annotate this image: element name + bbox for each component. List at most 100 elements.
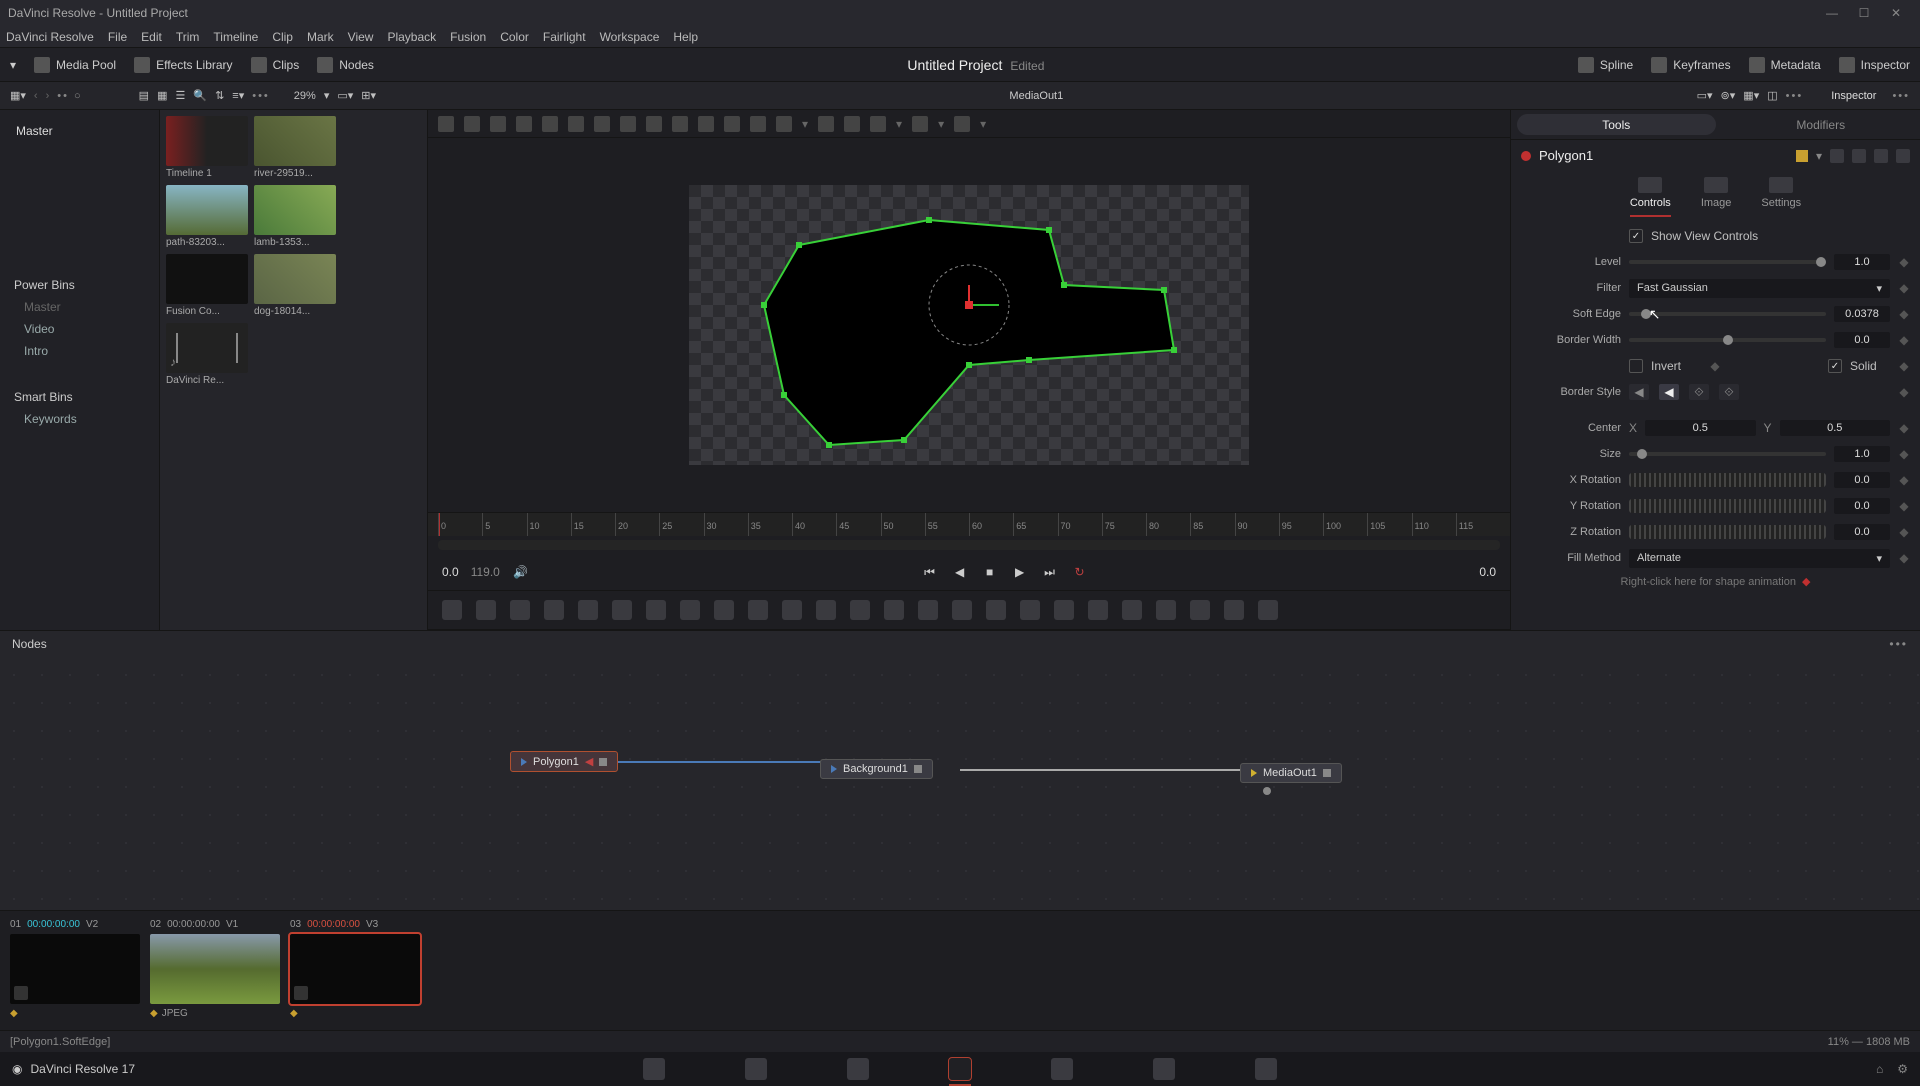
xrotation-value[interactable]: 0.0 xyxy=(1834,472,1890,488)
page-color[interactable] xyxy=(1051,1058,1073,1080)
settings-icon[interactable]: ⚙ xyxy=(1897,1062,1908,1076)
menu-clip[interactable]: Clip xyxy=(272,30,293,44)
menu-mark[interactable]: Mark xyxy=(307,30,334,44)
strip-clip-3[interactable]: 0300:00:00:00V3 ◆ xyxy=(290,919,420,1019)
reset-icon[interactable] xyxy=(1896,149,1910,163)
selection-tool-icon[interactable] xyxy=(438,116,454,132)
menu-file[interactable]: File xyxy=(108,30,127,44)
power-bins-heading[interactable]: Power Bins xyxy=(8,268,151,296)
fillmethod-dropdown[interactable]: Alternate▾ xyxy=(1629,549,1890,568)
shelf-camera-icon[interactable] xyxy=(1190,600,1210,620)
shelf-fastnoise-icon[interactable] xyxy=(476,600,496,620)
shelf-light-icon[interactable] xyxy=(1224,600,1244,620)
tab-modifiers[interactable]: Modifiers xyxy=(1722,110,1920,139)
keyframe-icon[interactable]: ◆ xyxy=(1898,499,1910,513)
borderwidth-value[interactable]: 0.0 xyxy=(1834,332,1890,348)
polygon-mask[interactable] xyxy=(689,185,1249,465)
keyframe-icon[interactable]: ◆ xyxy=(1709,359,1721,373)
border-style-2[interactable]: ◀ xyxy=(1659,384,1679,400)
arrow-tool-icon[interactable] xyxy=(490,116,506,132)
clips-toggle[interactable]: Clips xyxy=(251,57,300,73)
size-slider[interactable] xyxy=(1629,452,1826,456)
lock-icon[interactable] xyxy=(1874,149,1888,163)
nodes-toggle[interactable]: Nodes xyxy=(317,57,374,73)
clip-item[interactable]: path-83203... xyxy=(166,185,248,248)
nav-fwd-icon[interactable]: › xyxy=(46,90,50,102)
solid-checkbox[interactable] xyxy=(1828,359,1842,373)
effects-library-toggle[interactable]: Effects Library xyxy=(134,57,232,73)
page-edit[interactable] xyxy=(847,1058,869,1080)
tab-tools[interactable]: Tools xyxy=(1517,114,1716,135)
yrotation-value[interactable]: 0.0 xyxy=(1834,498,1890,514)
keyframe-icon[interactable]: ◆ xyxy=(1898,473,1910,487)
border-style-1[interactable]: ◀ xyxy=(1629,384,1649,400)
smooth-icon[interactable] xyxy=(776,116,792,132)
node-mediaout1[interactable]: MediaOut1 xyxy=(1240,763,1342,783)
thumb-view-icon[interactable]: ▦ xyxy=(157,89,167,102)
clip-item[interactable]: Fusion Co... xyxy=(166,254,248,317)
shelf-shape3d-icon[interactable] xyxy=(1156,600,1176,620)
center-y-value[interactable]: 0.5 xyxy=(1780,420,1890,436)
clip-item[interactable]: dog-18014... xyxy=(254,254,336,317)
smart-bins-heading[interactable]: Smart Bins xyxy=(8,380,151,408)
shelf-rectangle-icon[interactable] xyxy=(884,600,904,620)
menu-timeline[interactable]: Timeline xyxy=(213,30,258,44)
shelf-bspline-icon[interactable] xyxy=(986,600,1006,620)
menu-workspace[interactable]: Workspace xyxy=(600,30,660,44)
zrotation-value[interactable]: 0.0 xyxy=(1834,524,1890,540)
zoom-tool-icon[interactable] xyxy=(542,116,558,132)
page-fusion[interactable] xyxy=(949,1058,971,1080)
shelf-pr-icon[interactable] xyxy=(1088,600,1108,620)
shelf-channelbool-icon[interactable] xyxy=(816,600,836,620)
menu-app[interactable]: DaVinci Resolve xyxy=(6,30,94,44)
menu-view[interactable]: View xyxy=(348,30,374,44)
clip-item[interactable]: lamb-1353... xyxy=(254,185,336,248)
close-shape-icon[interactable] xyxy=(750,116,766,132)
shelf-text3d-icon[interactable] xyxy=(1122,600,1142,620)
layout-icon[interactable]: ▦▾ xyxy=(10,89,26,102)
power-bin-master[interactable]: Master xyxy=(8,296,151,318)
sort-icon[interactable]: ≡▾ xyxy=(232,89,244,102)
menu-trim[interactable]: Trim xyxy=(176,30,200,44)
shelf-matte-icon[interactable] xyxy=(782,600,802,620)
shelf-particles-icon[interactable] xyxy=(1054,600,1074,620)
more2-icon[interactable]: ••• xyxy=(252,90,270,102)
end-time[interactable]: 0.0 xyxy=(1479,565,1496,579)
shelf-blur-icon[interactable] xyxy=(680,600,700,620)
time-ruler[interactable]: 0510 152025 303540 455055 606570 758085 … xyxy=(428,512,1510,536)
keyframe-icon[interactable]: ◆ xyxy=(1898,447,1910,461)
nav-back-icon[interactable]: ‹ xyxy=(34,90,38,102)
zoom-value[interactable]: 29% xyxy=(294,90,316,102)
dropdown-icon[interactable]: ▾ xyxy=(10,58,16,72)
hand-tool-icon[interactable] xyxy=(516,116,532,132)
close-button[interactable]: ✕ xyxy=(1880,6,1912,20)
stop-button[interactable]: ■ xyxy=(981,563,999,581)
clip-item[interactable]: Timeline 1 xyxy=(166,116,248,179)
viewer-canvas[interactable] xyxy=(428,138,1510,512)
nodes-more-icon[interactable]: ••• xyxy=(1889,637,1908,651)
keyframe-icon[interactable]: ◆ xyxy=(1898,255,1910,269)
maximize-button[interactable]: ☐ xyxy=(1848,6,1880,20)
keyframes-toggle[interactable]: Keyframes xyxy=(1651,57,1730,73)
search-icon[interactable]: 🔍 xyxy=(193,89,207,102)
bspline-tool-icon[interactable] xyxy=(672,116,688,132)
page-cut[interactable] xyxy=(745,1058,767,1080)
more3-icon[interactable]: ••• xyxy=(1786,90,1804,102)
wand-tool-icon[interactable] xyxy=(698,116,714,132)
more-icon[interactable]: •• ○ xyxy=(57,90,82,102)
keyframe-icon[interactable]: ◆ xyxy=(1898,307,1910,321)
shelf-planar-icon[interactable] xyxy=(612,600,632,620)
shelf-render-icon[interactable] xyxy=(1258,600,1278,620)
shelf-paint-icon[interactable] xyxy=(544,600,564,620)
level-value[interactable]: 1.0 xyxy=(1834,254,1890,270)
menu-edit[interactable]: Edit xyxy=(141,30,162,44)
size-value[interactable]: 1.0 xyxy=(1834,446,1890,462)
shelf-ellipse-icon[interactable] xyxy=(918,600,938,620)
menu-color[interactable]: Color xyxy=(500,30,529,44)
power-bin-intro[interactable]: Intro xyxy=(8,340,151,362)
keyframe-icon[interactable]: ◆ xyxy=(1898,333,1910,347)
page-deliver[interactable] xyxy=(1255,1058,1277,1080)
rotate-tool-icon[interactable] xyxy=(568,116,584,132)
minimize-button[interactable]: — xyxy=(1816,6,1848,20)
shelf-resize-icon[interactable] xyxy=(850,600,870,620)
